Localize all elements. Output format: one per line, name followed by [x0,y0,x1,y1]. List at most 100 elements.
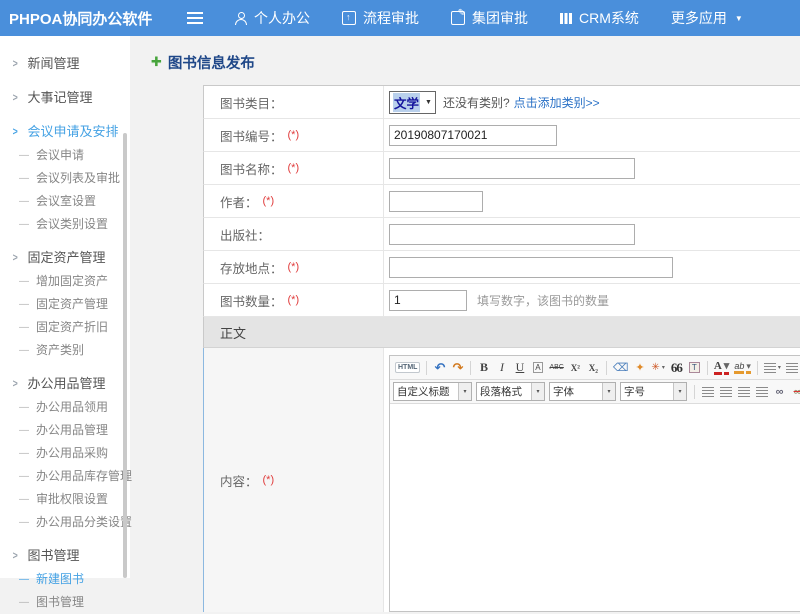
dash-icon: — [19,568,29,591]
sidebar-sub-item[interactable]: —审批权限设置 [0,488,130,511]
sidebar-sub-item[interactable]: —固定资产管理 [0,293,130,316]
style-select[interactable]: 自定义标题▾ [393,382,472,401]
dash-icon: — [19,396,29,419]
sidebar-item-label: 固定资产折旧 [36,316,108,339]
sidebar-group-item[interactable]: >大事记管理 [0,86,130,110]
field-value-cell [384,251,800,283]
sidebar-scrollbar[interactable] [123,133,127,578]
nav-group-approval[interactable]: 集团审批 [451,8,528,28]
sidebar-group-item[interactable]: >图书管理 [0,544,130,568]
sidebar-sub-item[interactable]: —会议类别设置 [0,213,130,236]
font-size-select[interactable]: 字号▾ [620,382,687,401]
sidebar-sub-item[interactable]: —会议列表及审批 [0,167,130,190]
author-input[interactable] [389,191,483,212]
field-value-cell [384,218,800,250]
align-right-button[interactable] [735,383,752,401]
sidebar-sub-item[interactable]: —办公用品采购 [0,442,130,465]
sidebar-sub-item[interactable]: —图书管理 [0,591,130,614]
sidebar-sub-item[interactable]: —会议申请 [0,144,130,167]
undo-button[interactable]: ↶ [431,359,448,377]
remove-link-button[interactable]: ∞ [789,383,800,401]
align-justify-button[interactable] [753,383,770,401]
category-select[interactable]: 文学 ▼ [389,91,436,114]
strikethrough-button[interactable]: ABC [547,359,565,377]
sidebar-item-label: 图书管理 [27,544,79,568]
highlight-icon: ab [734,361,744,375]
chevron-down-icon: ▾ [602,383,615,400]
quantity-input[interactable] [389,290,467,311]
char-border-button[interactable]: A [529,359,546,377]
spray-color-button[interactable]: ✳▾ [649,359,666,377]
font-family-select[interactable]: 字体▾ [549,382,616,401]
sidebar-group-item[interactable]: >会议申请及安排 [0,120,130,144]
sidebar-item-label: 大事记管理 [27,86,92,110]
paste-text-button[interactable]: T [686,359,703,377]
nav-more-apps[interactable]: 更多应用▼ [671,8,743,28]
underline-button[interactable]: U [511,359,528,377]
chevron-down-icon: ▾ [724,360,730,375]
publisher-input[interactable] [389,224,635,245]
subscript-button[interactable]: X₂ [585,359,602,377]
nav-personal-office[interactable]: 个人办公 [235,8,310,28]
editor-content[interactable] [390,404,800,611]
chevron-right-icon: > [13,52,18,76]
field-label: 图书数量：(*) [204,284,384,316]
add-category-link[interactable]: 点击添加类别>> [514,94,600,111]
form-row: 图书数量：(*)填写数字，该图书的数量 [203,284,800,317]
book-name-input[interactable] [389,158,635,179]
menu-toggle-icon[interactable] [187,12,203,24]
sidebar-group-item[interactable]: >固定资产管理 [0,246,130,270]
align-justify-icon [756,387,768,397]
font-size-select-value: 字号 [621,384,673,399]
category-note: 还没有类别? [443,94,510,111]
align-center-button[interactable] [717,383,734,401]
sidebar-sub-item[interactable]: —固定资产折旧 [0,316,130,339]
sidebar-sub-item[interactable]: —会议室设置 [0,190,130,213]
sidebar-sub-item[interactable]: —增加固定资产 [0,270,130,293]
bold-button[interactable]: B [475,359,492,377]
required-mark: (*) [263,474,275,486]
eraser-button[interactable]: ⌫ [611,359,631,377]
nav-item-label: 流程审批 [363,8,419,28]
clean-format-button[interactable]: ✦ [631,359,648,377]
book-form-table: 图书类目： 文学 ▼ 还没有类别? 点击添加类别>> 图书编号：(*)图书名称：… [203,85,800,608]
book-number-input[interactable] [389,125,557,146]
insert-link-button[interactable]: ∞ [771,383,788,401]
field-label: 作者：(*) [204,185,384,217]
html-source-button[interactable]: HTML [393,359,422,377]
top-nav: 个人办公 流程审批 集团审批 CRM系统 更多应用▼ [235,8,743,28]
redo-button[interactable]: ↷ [449,359,466,377]
sidebar-item-label: 新建图书 [36,568,84,591]
sidebar-sub-item[interactable]: —办公用品管理 [0,419,130,442]
italic-button[interactable]: I [493,359,510,377]
paragraph-format-select[interactable]: 段落格式▾ [476,382,545,401]
insert-link-icon: ∞ [776,386,784,398]
highlight-button[interactable]: ab▾ [732,359,753,377]
superscript-button[interactable]: X² [567,359,584,377]
sidebar-group-item[interactable]: >新闻管理 [0,52,130,76]
sidebar-group-item[interactable]: >办公用品管理 [0,372,130,396]
storage-location-input[interactable] [389,257,673,278]
field-label: 存放地点：(*) [204,251,384,283]
clean-format-icon: ✦ [635,361,644,374]
blockquote-button[interactable]: 66 [668,359,685,377]
form-row: 出版社： [203,218,800,251]
sidebar-item-label: 办公用品管理 [27,372,105,396]
nav-workflow-approval[interactable]: 流程审批 [342,8,419,28]
chevron-right-icon: > [13,246,18,270]
sidebar-item-label: 增加固定资产 [36,270,108,293]
align-left-button[interactable] [699,383,716,401]
unordered-list-button[interactable]: ▾ [784,359,800,377]
nav-crm-system[interactable]: CRM系统 [560,8,639,28]
sidebar-sub-item[interactable]: —办公用品库存管理 [0,465,130,488]
chevron-down-icon: ▾ [458,383,471,400]
sidebar-sub-item[interactable]: —办公用品分类设置 [0,511,130,534]
form-row: 作者：(*) [203,185,800,218]
sidebar-item-label: 办公用品管理 [36,419,108,442]
font-color-button[interactable]: A▾ [712,359,731,377]
sidebar-sub-item[interactable]: —办公用品领用 [0,396,130,419]
ordered-list-button[interactable]: ▾ [762,359,783,377]
sidebar-sub-item[interactable]: — 新建图书 [0,568,130,591]
dash-icon: — [19,190,29,213]
sidebar-sub-item[interactable]: —资产类别 [0,339,130,362]
